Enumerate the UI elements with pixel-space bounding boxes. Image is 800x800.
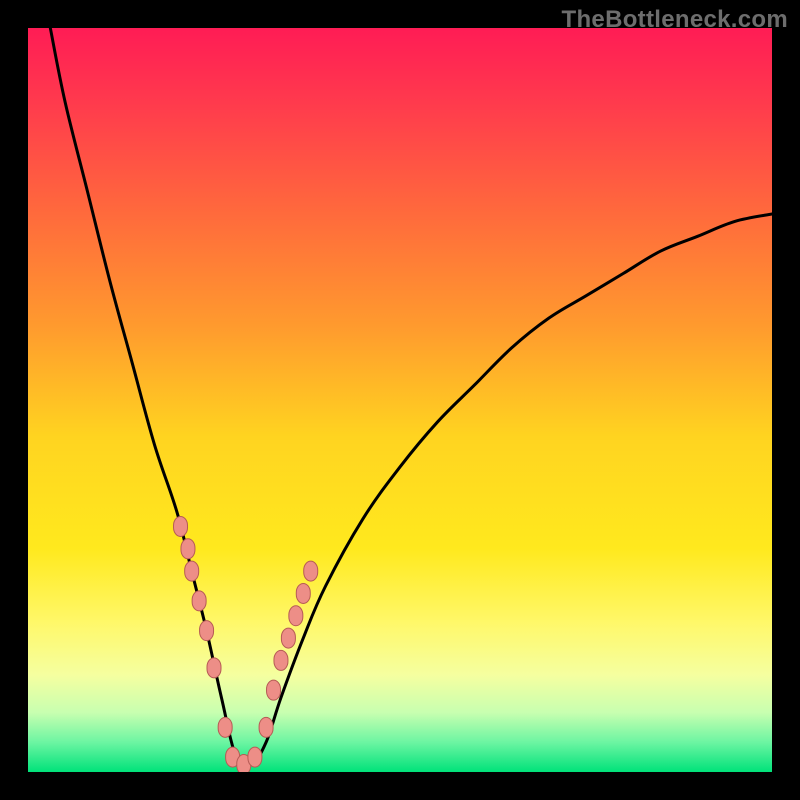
curve-layer xyxy=(28,28,772,772)
marker-dot xyxy=(200,621,214,641)
marker-dot xyxy=(192,591,206,611)
marker-dot xyxy=(174,516,188,536)
plot-area xyxy=(28,28,772,772)
marker-dot xyxy=(259,717,273,737)
marker-dot xyxy=(181,539,195,559)
bottleneck-curve xyxy=(50,28,772,767)
marker-dot xyxy=(218,717,232,737)
marker-dot xyxy=(281,628,295,648)
marker-dot xyxy=(248,747,262,767)
marker-dot xyxy=(289,606,303,626)
watermark-text: TheBottleneck.com xyxy=(562,6,788,34)
marker-dot xyxy=(304,561,318,581)
marker-dot xyxy=(267,680,281,700)
highlight-markers xyxy=(174,516,318,772)
marker-dot xyxy=(296,583,310,603)
marker-dot xyxy=(207,658,221,678)
marker-dot xyxy=(274,650,288,670)
marker-dot xyxy=(185,561,199,581)
chart-frame: TheBottleneck.com xyxy=(0,0,800,800)
